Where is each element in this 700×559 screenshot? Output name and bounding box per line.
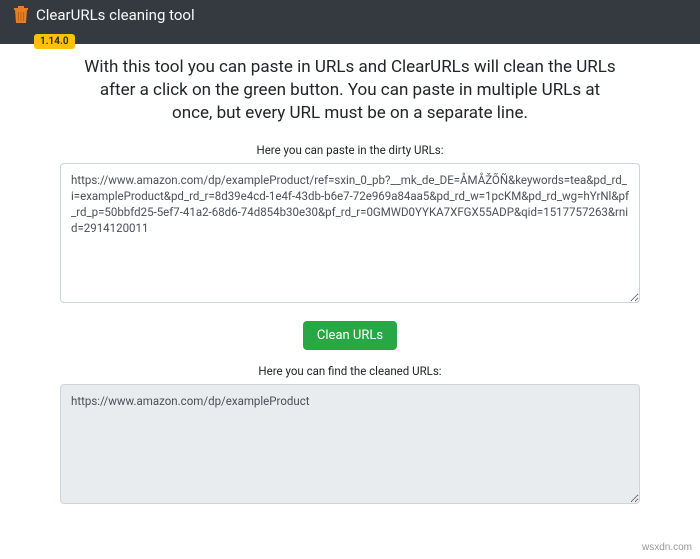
input-label: Here you can paste in the dirty URLs: xyxy=(60,143,640,157)
output-label: Here you can find the cleaned URLs: xyxy=(60,364,640,378)
version-badge: 1.14.0 xyxy=(34,34,75,49)
main-container: With this tool you can paste in URLs and… xyxy=(0,44,700,516)
button-row: Clean URLs xyxy=(60,321,640,350)
navbar-brand: ClearURLs cleaning tool 1.14.0 xyxy=(12,5,195,40)
dirty-urls-input[interactable] xyxy=(60,163,640,303)
headline-text: With this tool you can paste in URLs and… xyxy=(60,56,640,125)
watermark: wsxdn.com xyxy=(642,542,692,553)
navbar: ClearURLs cleaning tool 1.14.0 xyxy=(0,0,700,44)
trash-icon xyxy=(12,5,30,25)
clean-urls-button[interactable]: Clean URLs xyxy=(303,321,397,350)
cleaned-urls-output[interactable] xyxy=(60,384,640,504)
